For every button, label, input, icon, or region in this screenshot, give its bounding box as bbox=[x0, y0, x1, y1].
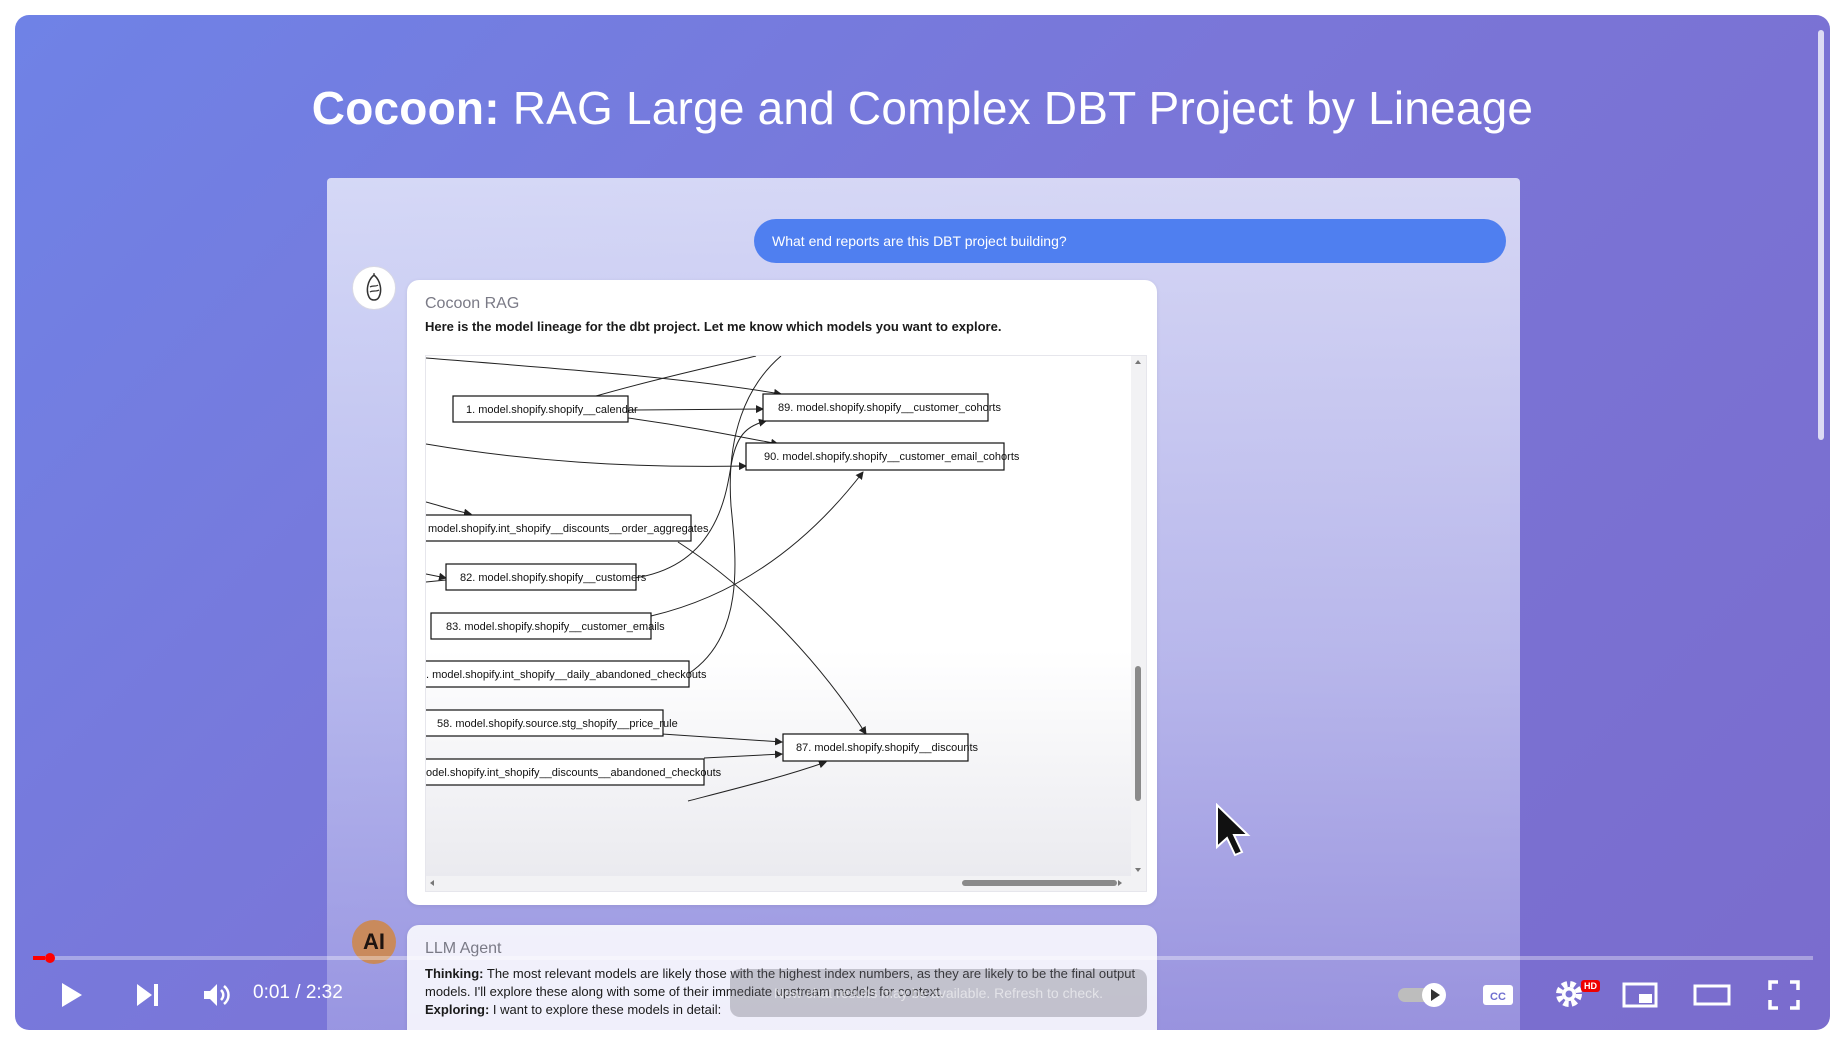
graph-vertical-scrollbar[interactable] bbox=[1131, 356, 1146, 891]
lineage-node[interactable]: 89. model.shopify.shopify__customer_coho… bbox=[778, 402, 1001, 414]
miniplayer-icon bbox=[1622, 982, 1658, 1008]
video-title: Cocoon: RAG Large and Complex DBT Projec… bbox=[15, 81, 1830, 135]
title-text: RAG Large and Complex DBT Project by Lin… bbox=[499, 82, 1534, 134]
lineage-node[interactable]: 58. model.shopify.source.stg_shopify__pr… bbox=[437, 718, 678, 730]
graph-vertical-thumb[interactable] bbox=[1135, 666, 1141, 801]
captions-icon: CC bbox=[1483, 985, 1513, 1005]
chat-panel: What end reports are this DBT project bu… bbox=[327, 178, 1520, 1030]
autoplay-toggle[interactable] bbox=[1393, 970, 1453, 1020]
play-button[interactable] bbox=[47, 970, 97, 1020]
volume-icon bbox=[204, 984, 230, 1006]
next-button[interactable] bbox=[123, 970, 173, 1020]
theater-icon bbox=[1693, 984, 1731, 1006]
theater-mode-button[interactable] bbox=[1687, 970, 1737, 1020]
autoplay-toggle-icon bbox=[1398, 983, 1446, 1007]
lineage-node[interactable]: 90. model.shopify.shopify__customer_emai… bbox=[764, 451, 1020, 463]
lineage-node[interactable]: . model.shopify.int_shopify__daily_aband… bbox=[426, 669, 707, 681]
mouse-cursor-icon bbox=[1216, 803, 1251, 857]
svg-text:CC: CC bbox=[1490, 991, 1506, 1003]
captions-button[interactable]: CC bbox=[1473, 970, 1523, 1020]
lineage-node[interactable]: 87. model.shopify.shopify__discounts bbox=[796, 742, 979, 754]
hd-badge: HD bbox=[1581, 980, 1600, 992]
cocoon-logo-icon bbox=[352, 266, 396, 310]
next-icon bbox=[137, 984, 158, 1006]
graph-horizontal-thumb[interactable] bbox=[962, 880, 1117, 886]
player-controls: 0:01 / 2:32 CC HD bbox=[15, 970, 1830, 1030]
rag-sender-name: Cocoon RAG bbox=[425, 295, 520, 312]
user-message-bubble: What end reports are this DBT project bu… bbox=[754, 219, 1506, 263]
progress-scrubber[interactable] bbox=[45, 953, 56, 963]
rag-message-card: Cocoon RAG Here is the model lineage for… bbox=[407, 280, 1157, 905]
lineage-node[interactable]: odel.shopify.int_shopify__discounts__aba… bbox=[426, 767, 722, 779]
fullscreen-button[interactable] bbox=[1759, 970, 1809, 1020]
play-icon bbox=[62, 983, 82, 1007]
settings-button[interactable]: HD bbox=[1545, 970, 1600, 1020]
lineage-node[interactable]: 82. model.shopify.shopify__customers bbox=[460, 572, 647, 584]
lineage-node[interactable]: 83. model.shopify.shopify__customer_emai… bbox=[446, 621, 665, 633]
lineage-node[interactable]: model.shopify.int_shopify__discounts__or… bbox=[428, 523, 709, 535]
title-brand: Cocoon: bbox=[311, 82, 500, 134]
time-display: 0:01 / 2:32 bbox=[253, 982, 343, 1003]
video-player[interactable]: Cocoon: RAG Large and Complex DBT Projec… bbox=[15, 15, 1830, 1030]
rag-message-text: Here is the model lineage for the dbt pr… bbox=[425, 319, 1002, 334]
miniplayer-button[interactable] bbox=[1615, 970, 1665, 1020]
lineage-graph[interactable]: 1. model.shopify.shopify__calendar 89. m… bbox=[425, 355, 1147, 892]
volume-button[interactable] bbox=[193, 970, 243, 1020]
progress-bar[interactable] bbox=[33, 953, 1813, 963]
lineage-node[interactable]: 1. model.shopify.shopify__calendar bbox=[466, 404, 638, 416]
fullscreen-icon bbox=[1768, 980, 1800, 1010]
progress-fill bbox=[33, 956, 46, 960]
